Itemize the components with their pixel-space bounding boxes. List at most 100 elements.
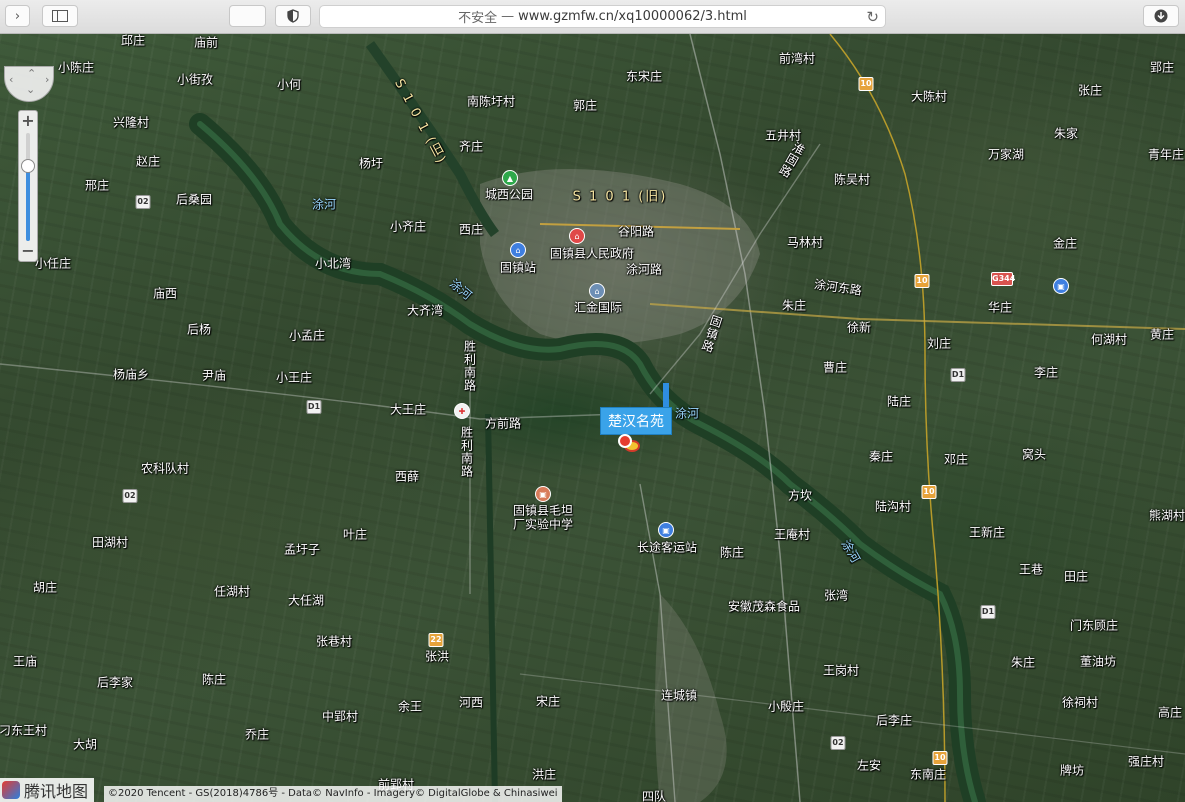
place-label[interactable]: 王庵村 — [774, 526, 810, 543]
place-label[interactable]: 小街孜 — [177, 71, 213, 88]
place-label[interactable]: 赵庄 — [136, 153, 160, 170]
place-label[interactable]: 前湾村 — [779, 50, 815, 67]
place-label[interactable]: 东南庄 — [910, 766, 946, 783]
place-label[interactable]: 邱庄 — [121, 34, 145, 49]
place-label[interactable]: 小殷庄 — [768, 698, 804, 715]
place-label[interactable]: 谷阳路 — [618, 223, 654, 240]
place-label-school-2[interactable]: 厂实验中学 — [513, 516, 573, 533]
place-label[interactable]: 乔庄 — [245, 726, 269, 743]
park-icon[interactable]: ▲ — [502, 170, 518, 186]
place-label[interactable]: 方坎 — [788, 487, 812, 504]
school-icon[interactable]: ▣ — [535, 486, 551, 502]
place-label[interactable]: 尹庙 — [202, 367, 226, 384]
pan-right-icon[interactable]: › — [45, 73, 49, 86]
place-label[interactable]: 小孟庄 — [289, 327, 325, 344]
bus-station-icon[interactable]: ▣ — [658, 522, 674, 538]
blank-toolbar-button[interactable] — [229, 5, 266, 27]
gas-station-icon[interactable]: ▣ — [1053, 278, 1069, 294]
place-label[interactable]: 小何 — [277, 76, 301, 93]
place-label[interactable]: 秦庄 — [869, 448, 893, 465]
place-label[interactable]: 小王庄 — [276, 369, 312, 386]
place-label[interactable]: 农科队村 — [141, 460, 189, 477]
place-label[interactable]: 叶庄 — [343, 526, 367, 543]
place-label[interactable]: 陈庄 — [720, 544, 744, 561]
place-label[interactable]: 小齐庄 — [390, 218, 426, 235]
water-label[interactable]: 涂河 — [312, 196, 336, 213]
place-label[interactable]: 庙西 — [153, 285, 177, 302]
place-label[interactable]: 杨庙乡 — [113, 366, 149, 383]
place-label[interactable]: 马林村 — [787, 234, 823, 251]
place-label[interactable]: 李庄 — [1034, 364, 1058, 381]
place-label[interactable]: 田湖村 — [92, 534, 128, 551]
place-label[interactable]: 小陈庄 — [58, 59, 94, 76]
address-bar[interactable]: 不安全 — www.gzmfw.cn/xq10000062/3.html ↻ — [319, 5, 886, 28]
place-label[interactable]: 南陈圩村 — [467, 93, 515, 110]
zoom-in-button[interactable]: + — [19, 112, 37, 130]
place-label[interactable]: 四队 — [642, 788, 666, 802]
place-label[interactable]: 窝头 — [1022, 446, 1046, 463]
place-label[interactable]: 洪庄 — [532, 766, 556, 783]
place-label[interactable]: 宋庄 — [536, 693, 560, 710]
place-label[interactable]: 黄庄 — [1150, 326, 1174, 343]
place-label[interactable]: 后李庄 — [876, 712, 912, 729]
place-label[interactable]: 田庄 — [1064, 568, 1088, 585]
place-label[interactable]: 大齐湾 — [407, 302, 443, 319]
place-label[interactable]: 小任庄 — [35, 255, 71, 272]
place-label[interactable]: 连城镇 — [661, 687, 697, 704]
park-label[interactable]: 城西公园 — [485, 186, 533, 203]
place-label[interactable]: 余王 — [398, 698, 422, 715]
location-marker-icon[interactable] — [618, 434, 632, 448]
privacy-shield-button[interactable] — [275, 5, 311, 27]
place-label[interactable]: 河西 — [459, 694, 483, 711]
pan-left-icon[interactable]: ‹ — [9, 73, 13, 86]
place-label[interactable]: 汇金国际 — [574, 299, 622, 316]
place-label[interactable]: 曹庄 — [823, 359, 847, 376]
place-label[interactable]: 大胡 — [73, 736, 97, 753]
place-label[interactable]: 东宋庄 — [626, 68, 662, 85]
place-label[interactable]: 强庄村 — [1128, 753, 1164, 770]
hospital-icon[interactable]: ✚ — [454, 403, 470, 419]
place-label[interactable]: 高庄 — [1158, 704, 1182, 721]
place-label[interactable]: 后桑园 — [176, 191, 212, 208]
place-label[interactable]: 刁东王村 — [0, 722, 47, 739]
place-label[interactable]: 金庄 — [1053, 235, 1077, 252]
road-label-shengli-south-2[interactable]: 胜利南路 — [459, 426, 476, 478]
place-label[interactable]: 郢庄 — [1150, 59, 1174, 76]
place-label[interactable]: 庙前 — [194, 34, 218, 51]
pan-down-icon[interactable]: ⌄ — [26, 83, 35, 96]
place-label[interactable]: 任湖村 — [214, 583, 250, 600]
place-label-bus-station[interactable]: 长途客运站 — [637, 539, 697, 556]
place-label[interactable]: 邢庄 — [85, 177, 109, 194]
downloads-button[interactable] — [1143, 5, 1179, 27]
place-label[interactable]: 王岗村 — [823, 662, 859, 679]
place-label[interactable]: 何湖村 — [1091, 331, 1127, 348]
place-label[interactable]: 郭庄 — [573, 97, 597, 114]
place-label[interactable]: 门东顾庄 — [1070, 617, 1118, 634]
place-label[interactable]: 安徽茂森食品 — [728, 598, 800, 615]
place-label[interactable]: 青年庄 — [1148, 146, 1184, 163]
place-label[interactable]: 陈庄 — [202, 671, 226, 688]
place-label[interactable]: 邓庄 — [944, 451, 968, 468]
water-label[interactable]: 涂河 — [675, 405, 699, 422]
place-label[interactable]: 张庄 — [1078, 82, 1102, 99]
place-label[interactable]: 朱家 — [1054, 125, 1078, 142]
back-button[interactable]: › — [5, 5, 30, 27]
place-label[interactable]: 齐庄 — [459, 138, 483, 155]
place-label[interactable]: 徐祠村 — [1062, 694, 1098, 711]
place-label[interactable]: 刘庄 — [927, 335, 951, 352]
place-label[interactable]: 朱庄 — [1011, 654, 1035, 671]
place-label[interactable]: 张巷村 — [316, 633, 352, 650]
place-label[interactable]: 大任湖 — [288, 592, 324, 609]
place-label[interactable]: 王巷 — [1019, 561, 1043, 578]
building-icon[interactable]: ⌂ — [589, 283, 605, 299]
place-label-station[interactable]: 固镇站 — [500, 259, 536, 276]
government-icon[interactable]: ⌂ — [569, 228, 585, 244]
place-label[interactable]: 杨圩 — [359, 155, 383, 172]
place-label[interactable]: 小北湾 — [315, 255, 351, 272]
place-label[interactable]: 孟圩子 — [284, 541, 320, 558]
place-label[interactable]: 王庙 — [13, 653, 37, 670]
place-label[interactable]: 张湾 — [824, 587, 848, 604]
sidebar-toggle-button[interactable] — [42, 5, 78, 27]
pan-up-icon[interactable]: ⌃ — [27, 67, 36, 80]
place-label-county-gov[interactable]: 固镇县人民政府 — [550, 245, 634, 262]
